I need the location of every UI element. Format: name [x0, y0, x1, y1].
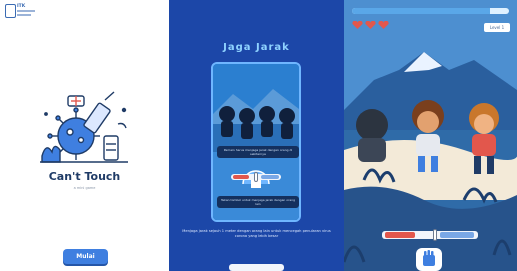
tutorial-instruction: Menjaga jarak sejauh 1 meter dengan oran… [182, 229, 331, 238]
tutorial-screen: Jaga Jarak Pemain harus menjaga jarak de… [169, 0, 344, 271]
game-title: Can't Touch [48, 170, 121, 183]
logo-text: ITK [17, 4, 26, 9]
slider-knob [254, 172, 258, 182]
level-label: Level 1 [484, 23, 510, 32]
tutorial-bubble-bottom: Tekan tombol untuk menjaga jarak dengan … [217, 196, 299, 208]
level-progress-fill [352, 8, 491, 14]
tutorial-distance-slider [231, 172, 281, 182]
gameplay-screen: Level 1 [344, 0, 517, 271]
distance-meter [382, 229, 478, 241]
start-button[interactable]: Mulai [63, 249, 108, 264]
game-subtitle: a mini game [73, 186, 96, 190]
hand-stop-icon [423, 250, 435, 266]
heart-icon [352, 21, 363, 29]
distance-meter-knob [432, 229, 437, 241]
heart-icon [365, 21, 376, 29]
institution-logo: ITK [5, 4, 35, 20]
title-screen: ITK Can't Touch a mini game Mulai [0, 0, 169, 271]
continue-button[interactable] [229, 264, 284, 271]
level-progress-bar [352, 8, 509, 14]
heart-icon [378, 21, 389, 29]
action-button[interactable] [416, 248, 442, 271]
tutorial-card: Pemain harus menjaga jarak dengan orang … [211, 62, 301, 222]
tutorial-bubble-top: Pemain harus menjaga jarak dengan orang … [217, 146, 299, 158]
virus-syringe-illustration-icon [40, 91, 128, 163]
tutorial-title: Jaga Jarak [223, 42, 290, 53]
logo-mark-icon [5, 4, 16, 18]
